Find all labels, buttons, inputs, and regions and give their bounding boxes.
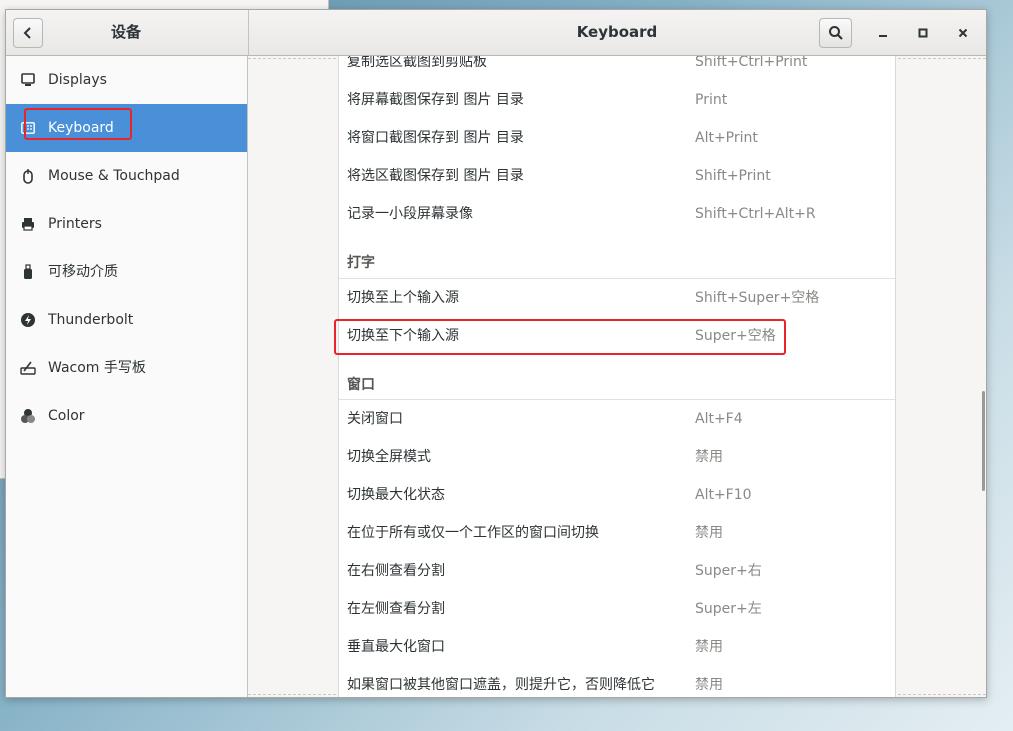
mouse-icon	[20, 168, 36, 184]
printer-icon	[20, 216, 36, 232]
minimize-icon	[879, 35, 887, 37]
sidebar-item-color[interactable]: Color	[6, 392, 247, 440]
shortcut-row[interactable]: 切换全屏模式 禁用	[339, 438, 895, 476]
sidebar-item-label: Wacom 手写板	[48, 360, 146, 376]
shortcut-row[interactable]: 关闭窗口 Alt+F4	[339, 400, 895, 438]
sidebar-item-label: Printers	[48, 216, 102, 232]
sidebar-item-label: Displays	[48, 72, 107, 88]
shortcut-row[interactable]: 在位于所有或仅一个工作区的窗口间切换 禁用	[339, 514, 895, 552]
sidebar-item-displays[interactable]: Displays	[6, 56, 247, 104]
sidebar-item-label: Thunderbolt	[48, 312, 134, 328]
minimize-button[interactable]	[873, 23, 893, 43]
sidebar-item-wacom[interactable]: Wacom 手写板	[6, 344, 247, 392]
shortcut-row[interactable]: 将选区截图保存到 图片 目录 Shift+Print	[339, 157, 895, 195]
sidebar-item-label: Mouse & Touchpad	[48, 168, 180, 184]
maximize-button[interactable]	[913, 23, 933, 43]
sidebar-item-keyboard[interactable]: Keyboard	[6, 104, 247, 152]
section-title-windows: 窗口	[347, 377, 375, 393]
shortcut-row[interactable]: 垂直最大化窗口 禁用	[339, 628, 895, 666]
thunderbolt-icon	[20, 312, 36, 328]
shortcut-row[interactable]: 记录一小段屏幕录像 Shift+Ctrl+Alt+R	[339, 195, 895, 233]
search-icon	[828, 26, 843, 40]
close-button[interactable]	[953, 23, 973, 43]
shortcuts-content: 复制选区截图到剪贴板 Shift+Ctrl+Print 将屏幕截图保存到 图片 …	[248, 56, 986, 697]
section-title-typing: 打字	[347, 255, 375, 271]
back-button[interactable]	[13, 18, 43, 48]
sidebar-item-printers[interactable]: Printers	[6, 200, 247, 248]
sidebar: Displays Keyboard Mouse & Touchpad Print…	[6, 56, 248, 697]
shortcut-row[interactable]: 如果窗口被其他窗口遮盖，则提升它，否则降低它 禁用	[339, 666, 895, 697]
header-left-pane: 设备	[6, 10, 249, 55]
shortcut-row[interactable]: 切换至下个输入源 Super+空格	[339, 317, 895, 355]
sidebar-item-removable-media[interactable]: 可移动介质	[6, 248, 247, 296]
sidebar-item-label: 可移动介质	[48, 264, 118, 280]
shortcut-row[interactable]: 将窗口截图保存到 图片 目录 Alt+Print	[339, 119, 895, 157]
chevron-left-icon	[23, 27, 31, 39]
shortcut-row[interactable]: 切换最大化状态 Alt+F10	[339, 476, 895, 514]
sidebar-item-thunderbolt[interactable]: Thunderbolt	[6, 296, 247, 344]
sidebar-item-label: Color	[48, 408, 85, 424]
sidebar-item-label: Keyboard	[48, 120, 114, 136]
shortcut-row[interactable]: 将屏幕截图保存到 图片 目录 Print	[339, 81, 895, 119]
shortcut-row[interactable]: 在左侧查看分割 Super+左	[339, 590, 895, 628]
shortcut-row[interactable]: 切换至上个输入源 Shift+Super+空格	[339, 279, 895, 317]
panel-group-title: 设备	[110, 23, 141, 41]
color-icon	[20, 408, 36, 424]
display-icon	[20, 72, 36, 88]
settings-window: 设备 Keyboard Displays Keyboard Mouse & To…	[5, 9, 987, 698]
maximize-icon	[918, 28, 928, 38]
shortcut-row[interactable]: 复制选区截图到剪贴板 Shift+Ctrl+Print	[339, 56, 895, 81]
tablet-icon	[20, 360, 36, 376]
removable-media-icon	[20, 264, 36, 280]
sidebar-item-mouse-touchpad[interactable]: Mouse & Touchpad	[6, 152, 247, 200]
shortcuts-list: 复制选区截图到剪贴板 Shift+Ctrl+Print 将屏幕截图保存到 图片 …	[334, 56, 896, 697]
shortcut-row[interactable]: 在右侧查看分割 Super+右	[339, 552, 895, 590]
search-button[interactable]	[819, 18, 852, 48]
header-bar: 设备 Keyboard	[6, 10, 986, 56]
keyboard-icon	[20, 120, 36, 136]
close-icon	[958, 28, 968, 38]
scrollbar[interactable]	[982, 391, 985, 491]
